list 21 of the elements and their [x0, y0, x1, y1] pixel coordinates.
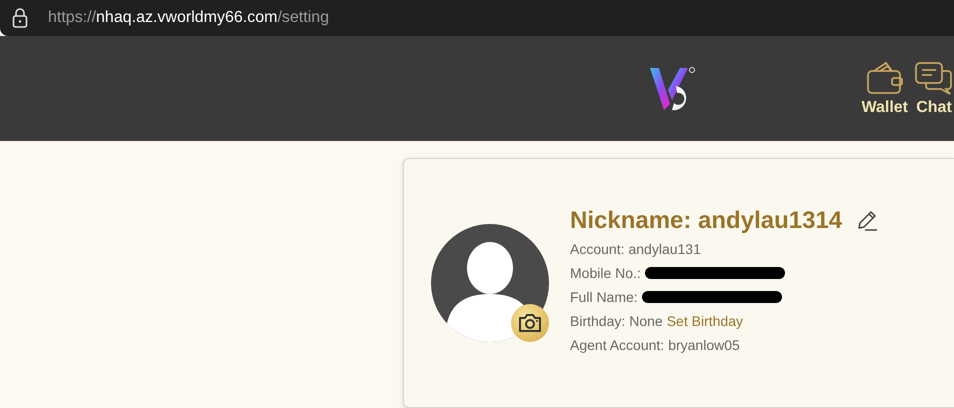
set-birthday-link[interactable]: Set Birthday: [666, 313, 743, 329]
pencil-icon: [856, 210, 878, 232]
field-label: Full Name:: [570, 289, 638, 305]
field-value: None: [629, 313, 663, 329]
field-value: andylau131: [628, 241, 701, 257]
field-label: Account:: [570, 241, 624, 257]
field-label: Mobile No.:: [570, 265, 641, 281]
lock-icon: [12, 8, 28, 28]
camera-button[interactable]: [511, 304, 549, 342]
wallet-button[interactable]: Wallet: [861, 60, 908, 116]
edit-button[interactable]: [856, 210, 878, 232]
chat-icon: [914, 60, 954, 94]
field-value: bryanlow05: [668, 337, 740, 353]
logo-icon: [650, 66, 696, 112]
camera-icon: [518, 313, 542, 333]
nickname-title: Nickname: andylau1314: [570, 207, 842, 235]
field-label: Birthday:: [570, 313, 626, 329]
field-label: Agent Account:: [570, 337, 664, 353]
url-text[interactable]: https://nhaq.az.vworldmy66.com/setting: [48, 9, 330, 27]
wallet-icon: [866, 60, 904, 94]
chat-button[interactable]: Chat: [914, 60, 954, 116]
